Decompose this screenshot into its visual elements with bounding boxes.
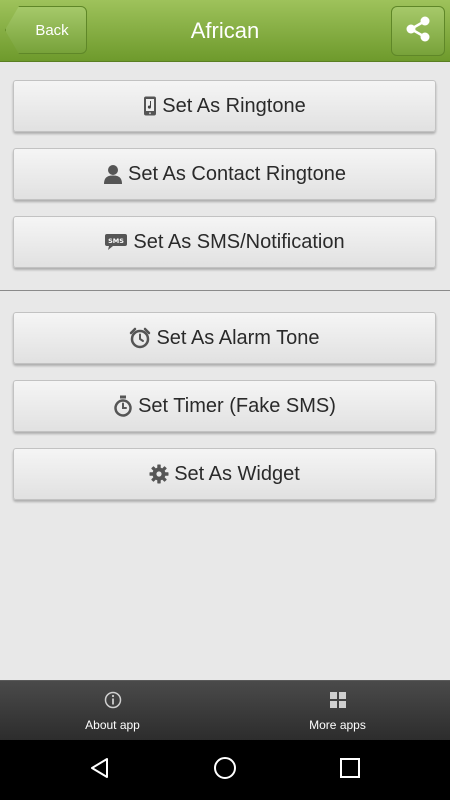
about-app-button[interactable]: About app: [0, 681, 225, 741]
set-sms-notification-button[interactable]: SMS Set As SMS/Notification: [13, 216, 436, 268]
set-ringtone-button[interactable]: Set As Ringtone: [13, 80, 436, 132]
bottom-bar: About app More apps: [0, 680, 450, 741]
nav-recents-icon: [339, 757, 361, 784]
alarm-clock-icon: [129, 327, 151, 349]
set-ringtone-label: Set As Ringtone: [162, 94, 306, 117]
more-apps-button[interactable]: More apps: [225, 681, 450, 741]
section-divider: [0, 290, 450, 291]
more-apps-label: More apps: [309, 717, 366, 732]
set-timer-button[interactable]: Set Timer (Fake SMS): [13, 380, 436, 432]
set-widget-label: Set As Widget: [174, 462, 300, 485]
nav-back-icon: [88, 756, 112, 785]
contact-person-icon: [103, 164, 123, 184]
svg-text:SMS: SMS: [108, 237, 124, 245]
phone-music-icon: [143, 96, 157, 116]
set-contact-ringtone-label: Set As Contact Ringtone: [128, 162, 346, 185]
set-timer-label: Set Timer (Fake SMS): [138, 394, 336, 417]
about-app-label: About app: [85, 717, 140, 732]
gear-icon: [149, 464, 169, 484]
share-button[interactable]: [391, 6, 445, 56]
set-widget-button[interactable]: Set As Widget: [13, 448, 436, 500]
share-icon: [404, 15, 432, 48]
sms-bubble-icon: SMS: [104, 233, 128, 251]
set-alarm-tone-label: Set As Alarm Tone: [156, 326, 320, 349]
nav-home-button[interactable]: [195, 750, 255, 790]
set-alarm-tone-button[interactable]: Set As Alarm Tone: [13, 312, 436, 364]
info-icon: [104, 691, 122, 712]
page-title: African: [190, 17, 260, 43]
set-contact-ringtone-button[interactable]: Set As Contact Ringtone: [13, 148, 436, 200]
system-nav-bar: [0, 740, 450, 800]
grid-icon: [329, 691, 347, 712]
set-sms-notification-label: Set As SMS/Notification: [133, 230, 345, 253]
stopwatch-icon: [113, 395, 133, 417]
nav-home-icon: [213, 756, 237, 785]
app-header: Back African: [0, 0, 450, 62]
back-button-label: Back: [35, 21, 69, 39]
nav-back-button[interactable]: [70, 750, 130, 790]
nav-recents-button[interactable]: [320, 750, 380, 790]
back-button[interactable]: Back: [5, 6, 87, 54]
